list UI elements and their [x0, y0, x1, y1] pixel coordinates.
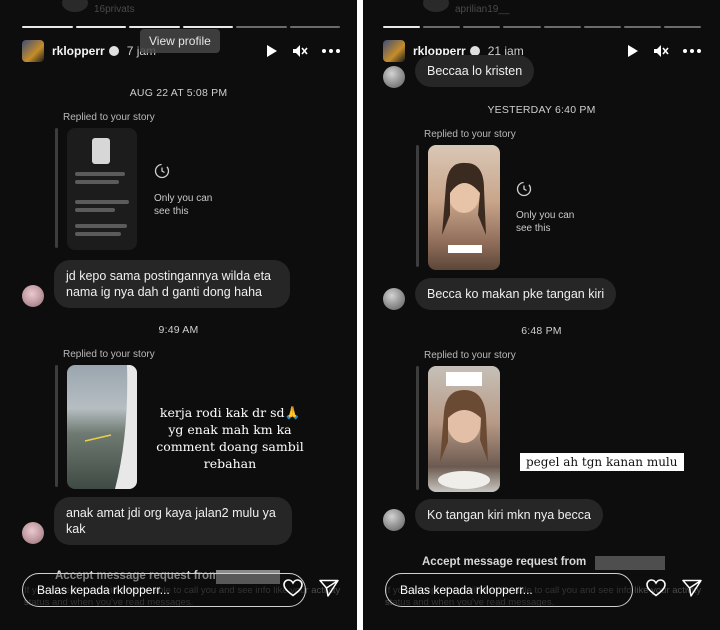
view-profile-tooltip[interactable]: View profile [140, 29, 220, 53]
message-bubble[interactable]: anak amat jdi org kaya jalan2 mulu ya ka… [54, 497, 292, 545]
reply-indicator-bar [416, 366, 419, 490]
story-caption: pegel ah tgn kanan mulu [520, 453, 684, 471]
timestamp: 9:49 AM [158, 324, 199, 336]
timestamp: 6:48 PM [521, 325, 562, 337]
sender-avatar[interactable] [383, 66, 405, 88]
history-icon [154, 163, 170, 184]
send-icon[interactable] [682, 579, 702, 597]
mute-icon[interactable] [653, 44, 669, 58]
only-you-label: Only you can see this [516, 210, 575, 234]
replied-label: Replied to your story [424, 350, 516, 361]
sender-avatar[interactable] [22, 285, 44, 307]
story-progress-bar [22, 26, 340, 28]
heart-icon[interactable] [283, 579, 303, 597]
story-progress-bar [383, 26, 701, 28]
message-bubble[interactable]: Ko tangan kiri mkn nya becca [415, 499, 603, 531]
more-icon[interactable] [322, 49, 340, 53]
reply-input[interactable]: Balas kepada rklopperr... [22, 573, 306, 607]
replied-label: Replied to your story [63, 349, 155, 360]
mute-icon[interactable] [292, 44, 308, 58]
ghost-username: 16privats [94, 4, 135, 15]
reply-input[interactable]: Balas kepada rklopperr... [385, 573, 633, 607]
message-bubble[interactable]: Beccaa lo kristen [415, 55, 535, 87]
replied-label: Replied to your story [63, 112, 155, 123]
reply-indicator-bar [55, 128, 58, 248]
reply-indicator-bar [416, 145, 419, 267]
story-thumbnail[interactable] [67, 128, 137, 250]
ghost-username: aprilian19__ [455, 4, 510, 15]
avatar[interactable] [383, 40, 405, 62]
story-thumbnail[interactable] [428, 366, 500, 492]
reply-placeholder: Balas kepada rklopperr... [400, 583, 533, 597]
story-thumbnail[interactable] [67, 365, 137, 489]
ghost-avatar [62, 0, 88, 12]
only-you-label: Only you can see this [154, 193, 213, 217]
play-icon[interactable] [266, 44, 278, 58]
message-bubble[interactable]: Becca ko makan pke tangan kiri [415, 278, 617, 310]
thumbnail-phone-image [92, 138, 110, 164]
timestamp: AUG 22 AT 5:08 PM [129, 87, 228, 99]
sender-avatar[interactable] [22, 522, 44, 544]
heart-icon[interactable] [646, 579, 666, 597]
reply-indicator-bar [55, 365, 58, 487]
ghost-avatar [423, 0, 449, 12]
sender-avatar[interactable] [383, 509, 405, 531]
story-thumbnail[interactable] [428, 145, 500, 270]
accept-request-text: Accept message request from [422, 556, 587, 568]
username[interactable]: rklopperr [52, 44, 105, 58]
avatar[interactable] [22, 40, 44, 62]
verified-icon [108, 46, 119, 56]
sender-avatar[interactable] [383, 288, 405, 310]
story-caption: kerja rodi kak dr sd🙏 yg enak mah km ka … [156, 405, 304, 471]
more-icon[interactable] [683, 49, 701, 53]
history-icon [516, 181, 532, 202]
send-icon[interactable] [319, 579, 339, 597]
story-panel-left: 16privats rklopperr 7 jam View profile A… [0, 0, 357, 630]
replied-label: Replied to your story [424, 129, 516, 140]
play-icon[interactable] [627, 44, 639, 58]
redacted-username [595, 556, 665, 570]
timestamp: YESTERDAY 6:40 PM [487, 104, 596, 116]
message-bubble[interactable]: jd kepo sama postingannya wilda eta nama… [54, 260, 290, 308]
story-panel-right: aprilian19__ rklopperr 21 jam Beccaa lo … [363, 0, 720, 630]
reply-placeholder: Balas kepada rklopperr... [37, 583, 170, 597]
